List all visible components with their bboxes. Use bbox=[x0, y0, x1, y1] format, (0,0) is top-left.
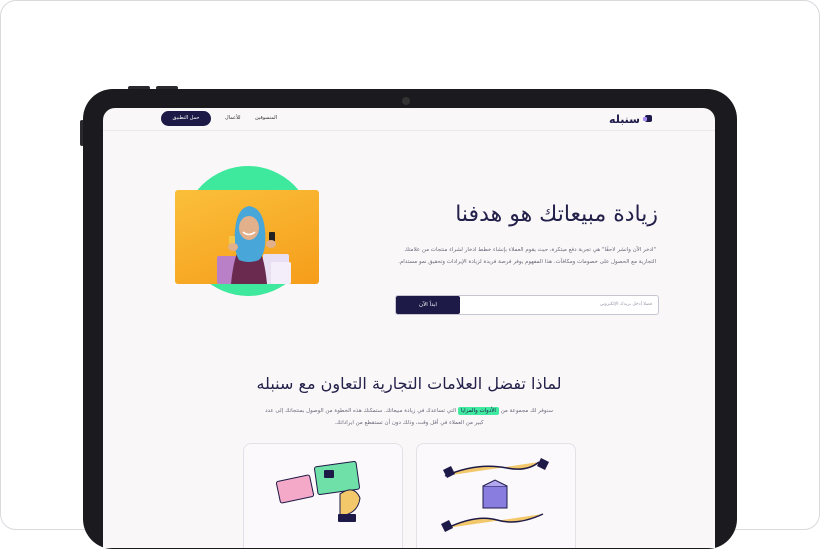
email-input[interactable]: فضلا أدخل بريدك الإلكتروني ابدأ الآن bbox=[395, 295, 659, 315]
why-title: لماذا تفضل العلامات التجارية التعاون مع … bbox=[256, 374, 562, 393]
why-description: سنوفر لك مجموعة من الأدوات والمزايا التي… bbox=[263, 405, 555, 429]
why-desc-end: التي تساعدك في زيادة مبيعاتك. ستمكنك هذه… bbox=[265, 408, 484, 426]
email-placeholder: فضلا أدخل بريدك الإلكتروني bbox=[599, 302, 652, 307]
camera-icon bbox=[402, 97, 410, 105]
hands-box-illustration bbox=[441, 458, 549, 532]
logo-icon bbox=[643, 115, 652, 122]
navbar: سنبله المتسوقين للأعمال حمل التطبيق bbox=[103, 108, 715, 131]
start-now-button[interactable]: ابدأ الآن bbox=[396, 296, 460, 314]
logo-text[interactable]: سنبله bbox=[609, 113, 640, 126]
shopper-illustration bbox=[217, 206, 291, 284]
why-desc-start: سنوفر لك مجموعة من bbox=[500, 408, 553, 414]
feature-card bbox=[416, 443, 576, 548]
shopper-photo bbox=[175, 190, 319, 284]
hero-description: "ادخر الآن وانشر لاحقًا" هي تجربة دفع مب… bbox=[398, 247, 656, 265]
card-payment-illustration bbox=[275, 460, 361, 522]
hero-image bbox=[175, 166, 319, 296]
feature-card bbox=[243, 443, 403, 548]
why-desc-highlight: الأدوات والمزايا bbox=[457, 407, 499, 415]
website-screen: سنبله المتسوقين للأعمال حمل التطبيق زياد… bbox=[103, 108, 715, 548]
download-app-button[interactable]: حمل التطبيق bbox=[161, 111, 211, 126]
nav-link-shoppers[interactable]: المتسوقين bbox=[255, 115, 277, 121]
hero-title: زيادة مبيعاتك هو هدفنا bbox=[455, 202, 658, 227]
nav-link-business[interactable]: للأعمال bbox=[225, 115, 241, 121]
